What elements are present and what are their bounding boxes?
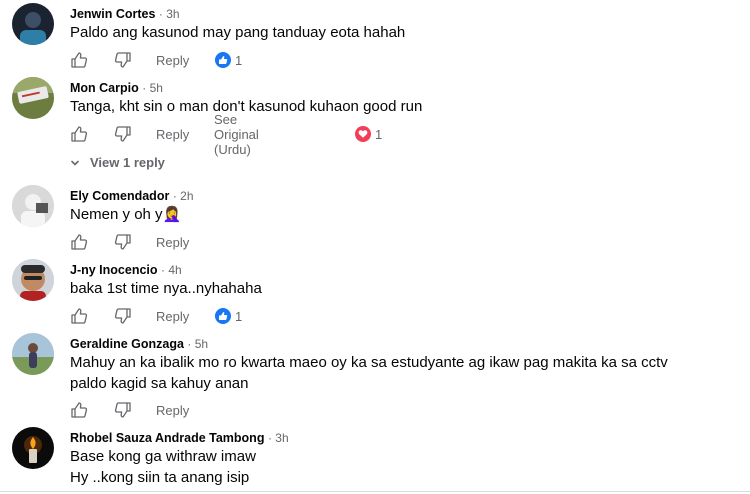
love-reaction-icon	[355, 126, 371, 142]
comment-author[interactable]: Jenwin Cortes · 3h	[70, 7, 180, 21]
comment-text: Mahuy an ka ibalik mo ro kwarta maeo oy …	[70, 354, 668, 392]
comment-time[interactable]: · 4h	[161, 263, 182, 277]
comment-text: Nemen y oh y🤦‍♀️	[70, 206, 182, 223]
like-icon[interactable]	[70, 231, 88, 253]
reply-button[interactable]: Reply	[156, 231, 189, 253]
avatar[interactable]	[12, 427, 54, 469]
comment-text: Base kong ga withraw imaw Hy ..kong siin …	[70, 448, 256, 486]
chevron-down-icon	[71, 160, 79, 166]
like-reaction-icon	[215, 308, 231, 324]
reply-button[interactable]: Reply	[156, 305, 189, 327]
comment-time[interactable]: · 5h	[142, 81, 163, 95]
dislike-icon[interactable]	[114, 305, 132, 327]
like-icon[interactable]	[70, 305, 88, 327]
dislike-icon[interactable]	[114, 231, 132, 253]
comment-author[interactable]: Mon Carpio · 5h	[70, 81, 163, 95]
like-icon[interactable]	[70, 49, 88, 71]
comment-time[interactable]: · 3h	[159, 7, 180, 21]
dislike-icon[interactable]	[114, 399, 132, 421]
comment-time[interactable]: · 3h	[268, 431, 289, 445]
bottom-divider	[0, 491, 750, 492]
comment-text: baka 1st time nya..nyhahaha	[70, 280, 262, 297]
reaction-count: 1	[375, 126, 383, 142]
view-replies-label: View 1 reply	[90, 155, 165, 170]
comment-author[interactable]: Geraldine Gonzaga · 5h	[70, 337, 208, 351]
like-reaction-icon	[215, 52, 231, 68]
avatar[interactable]	[12, 77, 54, 119]
avatar[interactable]	[12, 333, 54, 375]
like-icon[interactable]	[70, 399, 88, 421]
like-icon[interactable]	[70, 123, 88, 145]
reply-button[interactable]: Reply	[156, 399, 189, 421]
comment-author[interactable]: J-ny Inocencio · 4h	[70, 263, 182, 277]
view-replies-button[interactable]: View 1 reply	[70, 155, 165, 170]
avatar[interactable]	[12, 259, 54, 301]
dislike-icon[interactable]	[114, 123, 132, 145]
reaction-summary[interactable]: 1	[215, 49, 242, 71]
avatar[interactable]	[12, 3, 54, 45]
reaction-count: 1	[235, 52, 243, 68]
reaction-summary[interactable]: 1	[215, 305, 242, 327]
reaction-count: 1	[235, 308, 243, 324]
avatar[interactable]	[12, 185, 54, 227]
reaction-summary[interactable]: 1	[355, 123, 382, 145]
reply-button[interactable]: Reply	[156, 123, 189, 145]
see-original-button[interactable]: See Original (Urdu)	[214, 112, 259, 157]
reply-button[interactable]: Reply	[156, 49, 189, 71]
dislike-icon[interactable]	[114, 49, 132, 71]
comment-author[interactable]: Rhobel Sauza Andrade Tambong · 3h	[70, 431, 289, 445]
comment-text: Paldo ang kasunod may pang tanduay eota …	[70, 24, 406, 41]
comment-time[interactable]: · 2h	[173, 189, 194, 203]
comment-author[interactable]: Ely Comendador · 2h	[70, 189, 194, 203]
comment-time[interactable]: · 5h	[187, 337, 208, 351]
